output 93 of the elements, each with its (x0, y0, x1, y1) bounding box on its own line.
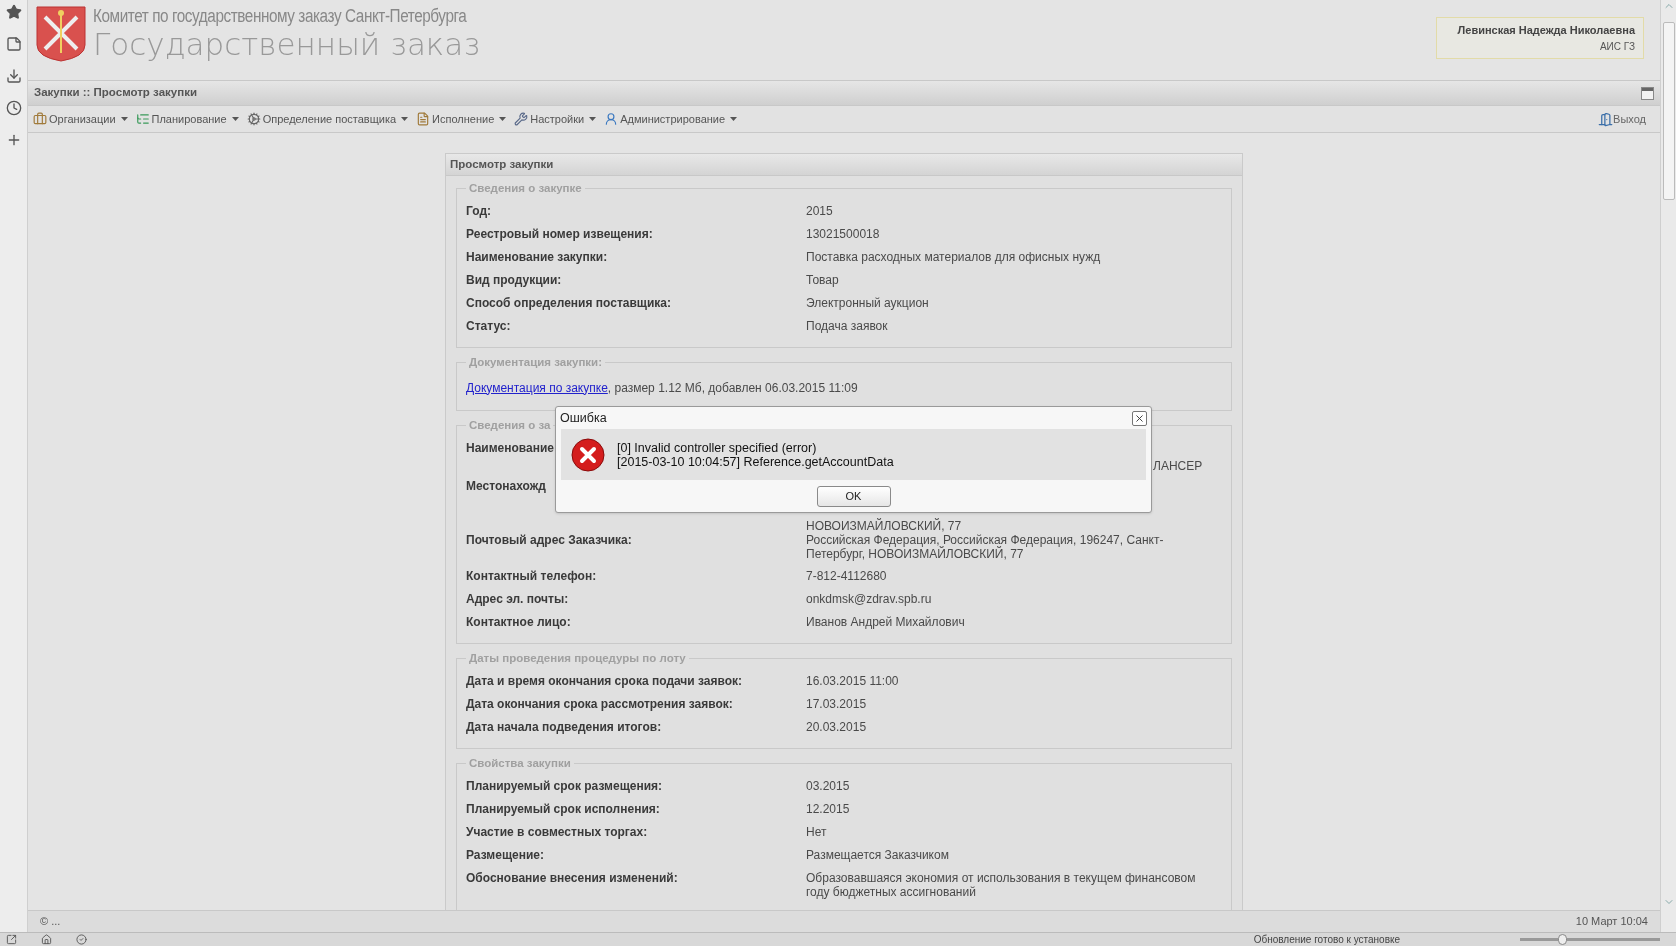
section-legend: Свойства закупки (466, 755, 574, 773)
section-legend: Сведения о закупке (466, 180, 585, 198)
field-value: НОВОИЗМАЙЛОВСКИЙ, 77 (806, 517, 963, 534)
caret-icon (730, 117, 738, 121)
field-value: ЛАНСЕР (1153, 457, 1204, 475)
field-label: Планируемый срок размещения: (466, 779, 663, 795)
copyright-text: © ... (40, 914, 61, 930)
menu-item[interactable]: Администрирование (604, 110, 738, 128)
field-label: Обоснование внесения изменений: (466, 871, 678, 887)
field-value: Электронный аукцион (806, 296, 930, 311)
field-label: Дата окончания срока рассмотрения заявок: (466, 697, 733, 712)
section-legend: Даты проведения процедуры по лоту (466, 649, 689, 667)
close-icon (1134, 412, 1145, 424)
document-icon (416, 112, 431, 126)
field-label: Контактное лицо: (466, 614, 571, 630)
document-link[interactable]: Документация по закупке (466, 380, 608, 395)
home-icon[interactable] (41, 934, 52, 945)
field-label: Дата и время окончания срока подачи заявок: (466, 674, 743, 689)
field-label: Размещение: (466, 848, 544, 864)
field-value: Российская Федерация, Российская Федерация, 196247, Санкт-Петербург, НОВОИЗМАЙЛОВСКИЙ, 77 (806, 532, 1165, 561)
error-message: [2015-03-10 10:04:57] Reference.getAccountData (617, 454, 894, 469)
field-value: 7-812-4112680 (806, 568, 888, 583)
field-label: Наименование (466, 440, 555, 456)
shield-icon (35, 5, 87, 63)
section-legend: Сведения о за (466, 416, 554, 434)
field-value: 20.03.2015 (806, 720, 868, 734)
breadcrumb: Закупки :: Просмотр закупки (34, 85, 197, 101)
menu-item[interactable]: Определение поставщика (246, 110, 409, 128)
close-button[interactable] (1132, 410, 1147, 426)
check-icon[interactable] (76, 934, 87, 945)
caret-icon (120, 117, 128, 121)
field-value: Образовавшаяся экономия от использования в текущем финансовом году бюджетных ассигнований (806, 871, 1197, 900)
menu-item[interactable]: Исполнение (416, 110, 507, 128)
caret-icon (401, 117, 409, 121)
field-label: Способ определения поставщика: (466, 296, 671, 312)
field-label: Адрес эл. почты: (466, 591, 569, 607)
field-label: Дата начала подведения итогов: (466, 720, 662, 735)
error-icon (571, 437, 605, 472)
organization-name: Комитет по государственному заказу Санкт-Петербурга (93, 5, 467, 27)
field-label: Наименование закупки: (466, 250, 608, 266)
update-notice: Обновление готово к установке (1253, 933, 1400, 946)
menu-item[interactable]: Планирование (135, 110, 239, 128)
wrench-icon (514, 112, 529, 126)
caret-icon (589, 117, 597, 121)
error-message: [0] Invalid controller specified (error) (617, 440, 818, 455)
field-label: Местонахожд (466, 478, 546, 494)
clock-icon[interactable] (5, 100, 22, 116)
field-value: Товар (806, 273, 840, 288)
menu-item[interactable]: Настройки (514, 110, 597, 128)
field-label: Планируемый срок исполнения: (466, 802, 660, 818)
door-icon (1598, 111, 1614, 127)
field-label: Участие в совместных торгах: (466, 825, 648, 841)
field-value: 03.2015 (806, 779, 851, 794)
field-value: 2015 (806, 204, 834, 219)
field-label: Статус: (466, 319, 511, 335)
field-value: Подача заявок (806, 319, 889, 334)
field-label: Контактный телефон: (466, 568, 597, 584)
section-legend: Документация закупки: (466, 354, 605, 372)
date-time: 10 Март 10:04 (1575, 914, 1648, 930)
site-title: Государственный заказ (93, 27, 482, 61)
field-value: 16.03.2015 11:00 (806, 674, 900, 688)
user-name: Левинская Надежда Николаевна (1457, 23, 1635, 39)
system-name: АИС ГЗ (1599, 39, 1635, 54)
field-value: onkdmsk@zdrav.spb.ru (806, 591, 933, 606)
field-value: 13021500018 (806, 227, 881, 242)
dialog-title: Ошибка (560, 409, 607, 427)
field-label: Вид продукции: (466, 273, 562, 289)
list-icon (135, 112, 150, 126)
note-icon[interactable] (5, 36, 22, 52)
field-label: Почтовый адрес Заказчика: (466, 532, 632, 548)
briefcase-icon (33, 112, 47, 126)
panel-title: Просмотр закупки (450, 156, 554, 172)
star-icon[interactable] (5, 4, 22, 20)
logout-button[interactable]: Выход (1598, 110, 1646, 128)
download-icon[interactable] (5, 68, 22, 84)
field-value: 17.03.2015 (806, 697, 868, 711)
field-value: Поставка расходных материалов для офисных нужд (806, 250, 1102, 265)
document-info: Документация по закупке, размер 1.12 Мб, добавлен 06.03.2015 11:09 (466, 379, 858, 397)
window-icon[interactable] (6, 934, 17, 945)
menu-item[interactable]: Организации (33, 110, 128, 128)
slider-thumb[interactable] (1558, 934, 1567, 945)
field-value: Нет (806, 825, 828, 840)
field-value: Иванов Андрей Михайлович (806, 614, 966, 629)
user-icon (604, 112, 619, 126)
gear-icon (246, 112, 261, 126)
field-label: Реестровый номер извещения: (466, 227, 653, 243)
caret-icon (231, 117, 239, 121)
maximize-button[interactable] (1641, 86, 1654, 100)
caret-icon (499, 117, 507, 121)
field-label: Год: (466, 204, 491, 220)
field-value: 12.2015 (806, 802, 851, 817)
ok-button[interactable]: OK (816, 485, 891, 507)
field-value: Размещается Заказчиком (806, 848, 950, 863)
